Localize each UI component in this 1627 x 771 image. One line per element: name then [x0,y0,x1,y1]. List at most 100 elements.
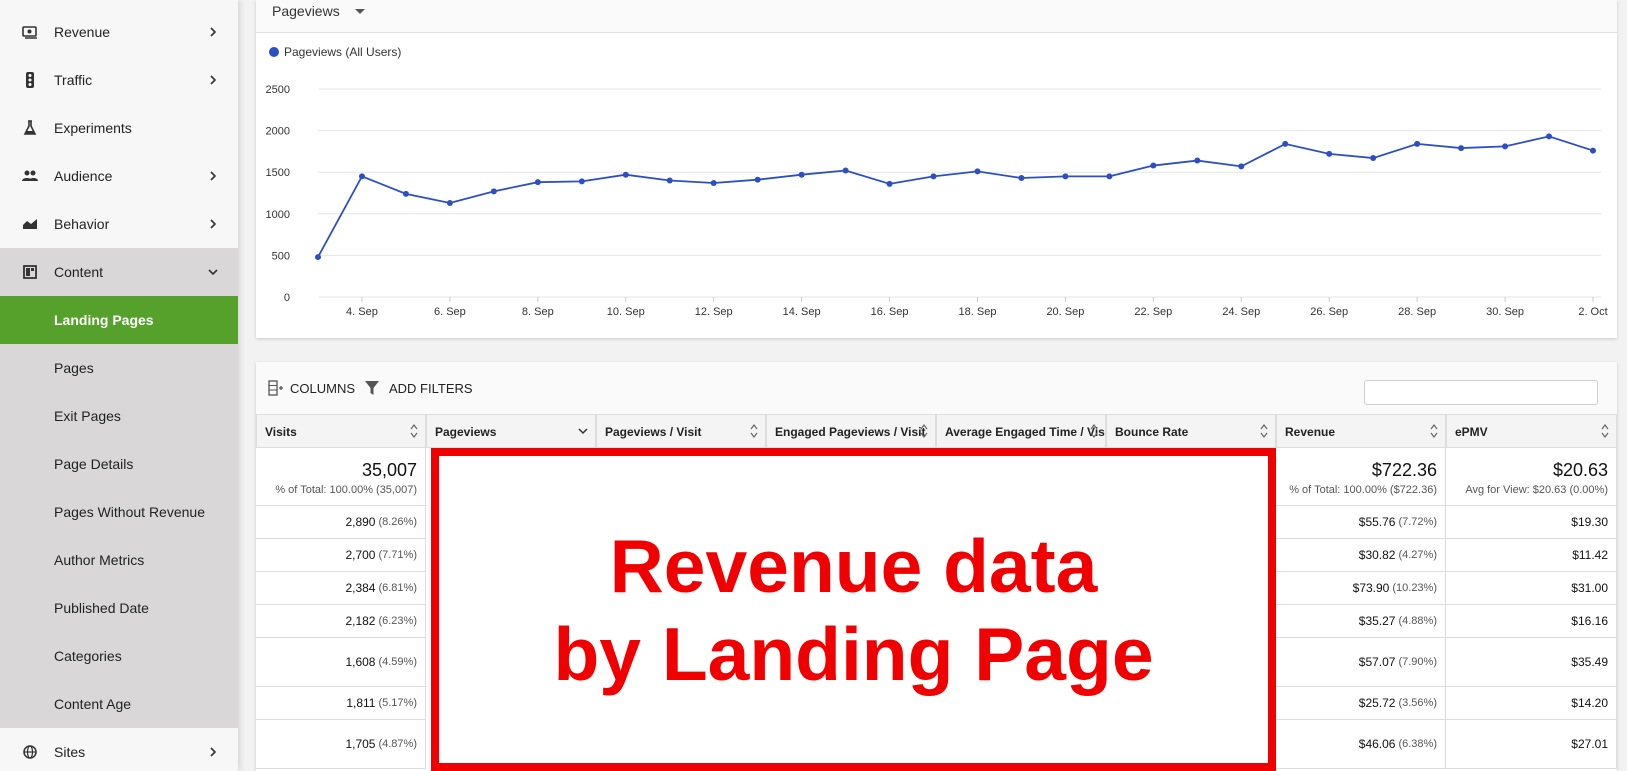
data-point[interactable] [1502,143,1509,150]
data-point[interactable] [446,199,453,206]
data-point[interactable] [1370,155,1377,162]
column-header-pageviews[interactable]: Pageviews [426,414,596,448]
row-epmv-cell-value: $27.01 [1571,737,1608,751]
x-tick-label: 4. Sep [346,306,378,318]
total-epmv-sub: Avg for View: $20.63 (0.00%) [1465,484,1608,496]
sidebar-item-traffic[interactable]: Traffic [0,56,238,104]
column-header-bounce-rate[interactable]: Bounce Rate [1106,414,1276,448]
row-visits-cell-value: 1,811 [346,696,376,710]
sidebar-item-audience[interactable]: Audience [0,152,238,200]
sidebar-subitem-page-details[interactable]: Page Details [0,440,238,488]
row-epmv-cell: $11.42 [1446,539,1617,572]
row-epmv-cell: $31.00 [1446,572,1617,605]
data-point[interactable] [534,179,541,186]
y-tick-label: 1500 [266,167,290,179]
data-point[interactable] [798,171,805,178]
data-point[interactable] [1150,162,1157,169]
people-icon [22,168,38,184]
chevron-right-icon [210,171,217,181]
y-tick-label: 0 [284,292,290,304]
data-point[interactable] [1414,140,1421,147]
columns-label: Columns [290,380,356,396]
sidebar-subitem-exit-pages[interactable]: Exit Pages [0,392,238,440]
data-point[interactable] [974,168,981,175]
column-header-epmv[interactable]: ePMV [1446,414,1617,448]
data-point[interactable] [842,167,849,174]
sidebar-subitem-label: Content Age [54,696,132,712]
globe-icon [22,744,38,760]
data-point[interactable] [1062,173,1069,180]
sidebar-subitem-label: Pages [54,360,94,376]
sidebar-subitem-pages-without-revenue[interactable]: Pages Without Revenue [0,488,238,536]
data-point[interactable] [402,190,409,197]
data-point[interactable] [1282,140,1289,147]
chevron-right-icon [210,219,217,229]
data-point[interactable] [315,254,321,261]
data-point[interactable] [578,178,585,185]
sidebar-subitem-published-date[interactable]: Published Date [0,584,238,632]
sidebar-item-content[interactable]: Content [0,248,238,296]
sidebar-subitem-categories[interactable]: Categories [0,632,238,680]
data-point[interactable] [886,180,893,187]
data-point[interactable] [622,171,629,178]
row-visits-cell-value: 1,705 [345,737,376,751]
row-epmv-cell-value: $35.49 [1571,655,1608,669]
column-header-engaged-pageviews-per-visit[interactable]: Engaged Pageviews / Visit [766,414,936,448]
x-tick-label: 26. Sep [1310,306,1348,318]
row-visits-cell: 1,705 (4.87%) [256,720,426,769]
row-revenue-cell-percent: (7.72%) [1398,516,1437,528]
data-point[interactable] [1238,163,1245,170]
sidebar-item-label: Revenue [54,24,111,40]
data-point[interactable] [1106,173,1113,180]
search-input[interactable] [1364,380,1598,405]
row-visits-cell: 2,182 (6.23%) [256,605,426,638]
columns-button[interactable]: Columns [268,380,355,396]
row-revenue-cell-value: $73.90 [1352,581,1390,595]
data-point[interactable] [1458,145,1465,152]
sidebar-subitem-content-age[interactable]: Content Age [0,680,238,728]
sidebar-subitem-pages[interactable]: Pages [0,344,238,392]
x-tick-label: 22. Sep [1134,306,1172,318]
data-point[interactable] [930,173,937,180]
add-filters-label: Add Filters [389,380,473,396]
sidebar-item-behavior[interactable]: Behavior [0,200,238,248]
total-revenue-cell: $722.36 % of Total: 100.00% ($722.36) [1276,448,1446,506]
row-revenue-cell-percent: (4.88%) [1398,615,1437,627]
data-point[interactable] [1326,150,1333,157]
row-visits-cell-percent: (5.17%) [378,697,417,709]
data-point[interactable] [1194,157,1201,164]
x-tick-label: 2. Oct [1578,306,1607,318]
column-header-visits[interactable]: Visits [256,414,426,448]
row-revenue-cell: $30.82 (4.27%) [1276,539,1446,572]
data-point[interactable] [490,188,497,195]
sidebar-item-label: Audience [54,168,113,184]
sidebar-item-experiments[interactable]: Experiments [0,104,238,152]
revenue-overlay-banner: Revenue data by Landing Page [431,448,1276,771]
sidebar-subitem-label: Categories [54,648,122,664]
row-visits-cell-value: 2,890 [345,515,376,529]
column-header-pageviews-per-visit[interactable]: Pageviews / Visit [596,414,766,448]
data-point[interactable] [1546,133,1553,140]
overlay-line-1: Revenue data [609,523,1098,608]
sidebar-item-revenue[interactable]: Revenue [0,8,238,56]
x-tick-label: 16. Sep [871,306,909,318]
column-header-revenue[interactable]: Revenue [1276,414,1446,448]
data-point[interactable] [710,180,717,187]
data-point[interactable] [1018,175,1025,182]
sidebar-item-sites[interactable]: Sites [0,728,238,771]
add-filters-button[interactable]: Add Filters [365,380,473,396]
y-tick-label: 2000 [266,126,290,138]
data-point[interactable] [358,173,365,180]
data-point[interactable] [666,177,673,184]
column-header-label: Pageviews / Visit [605,425,702,439]
row-revenue-cell: $55.76 (7.72%) [1276,506,1446,539]
x-tick-label: 10. Sep [607,306,645,318]
column-header-average-engaged-time[interactable]: Average Engaged Time / Visit [936,414,1106,448]
data-point[interactable] [1590,147,1596,154]
row-epmv-cell: $19.30 [1446,506,1617,539]
data-point[interactable] [754,176,761,183]
area-chart-icon [22,216,38,232]
sidebar-subitem-author-metrics[interactable]: Author Metrics [0,536,238,584]
x-tick-label: 8. Sep [522,306,554,318]
sidebar-subitem-landing-pages[interactable]: Landing Pages [0,296,238,344]
